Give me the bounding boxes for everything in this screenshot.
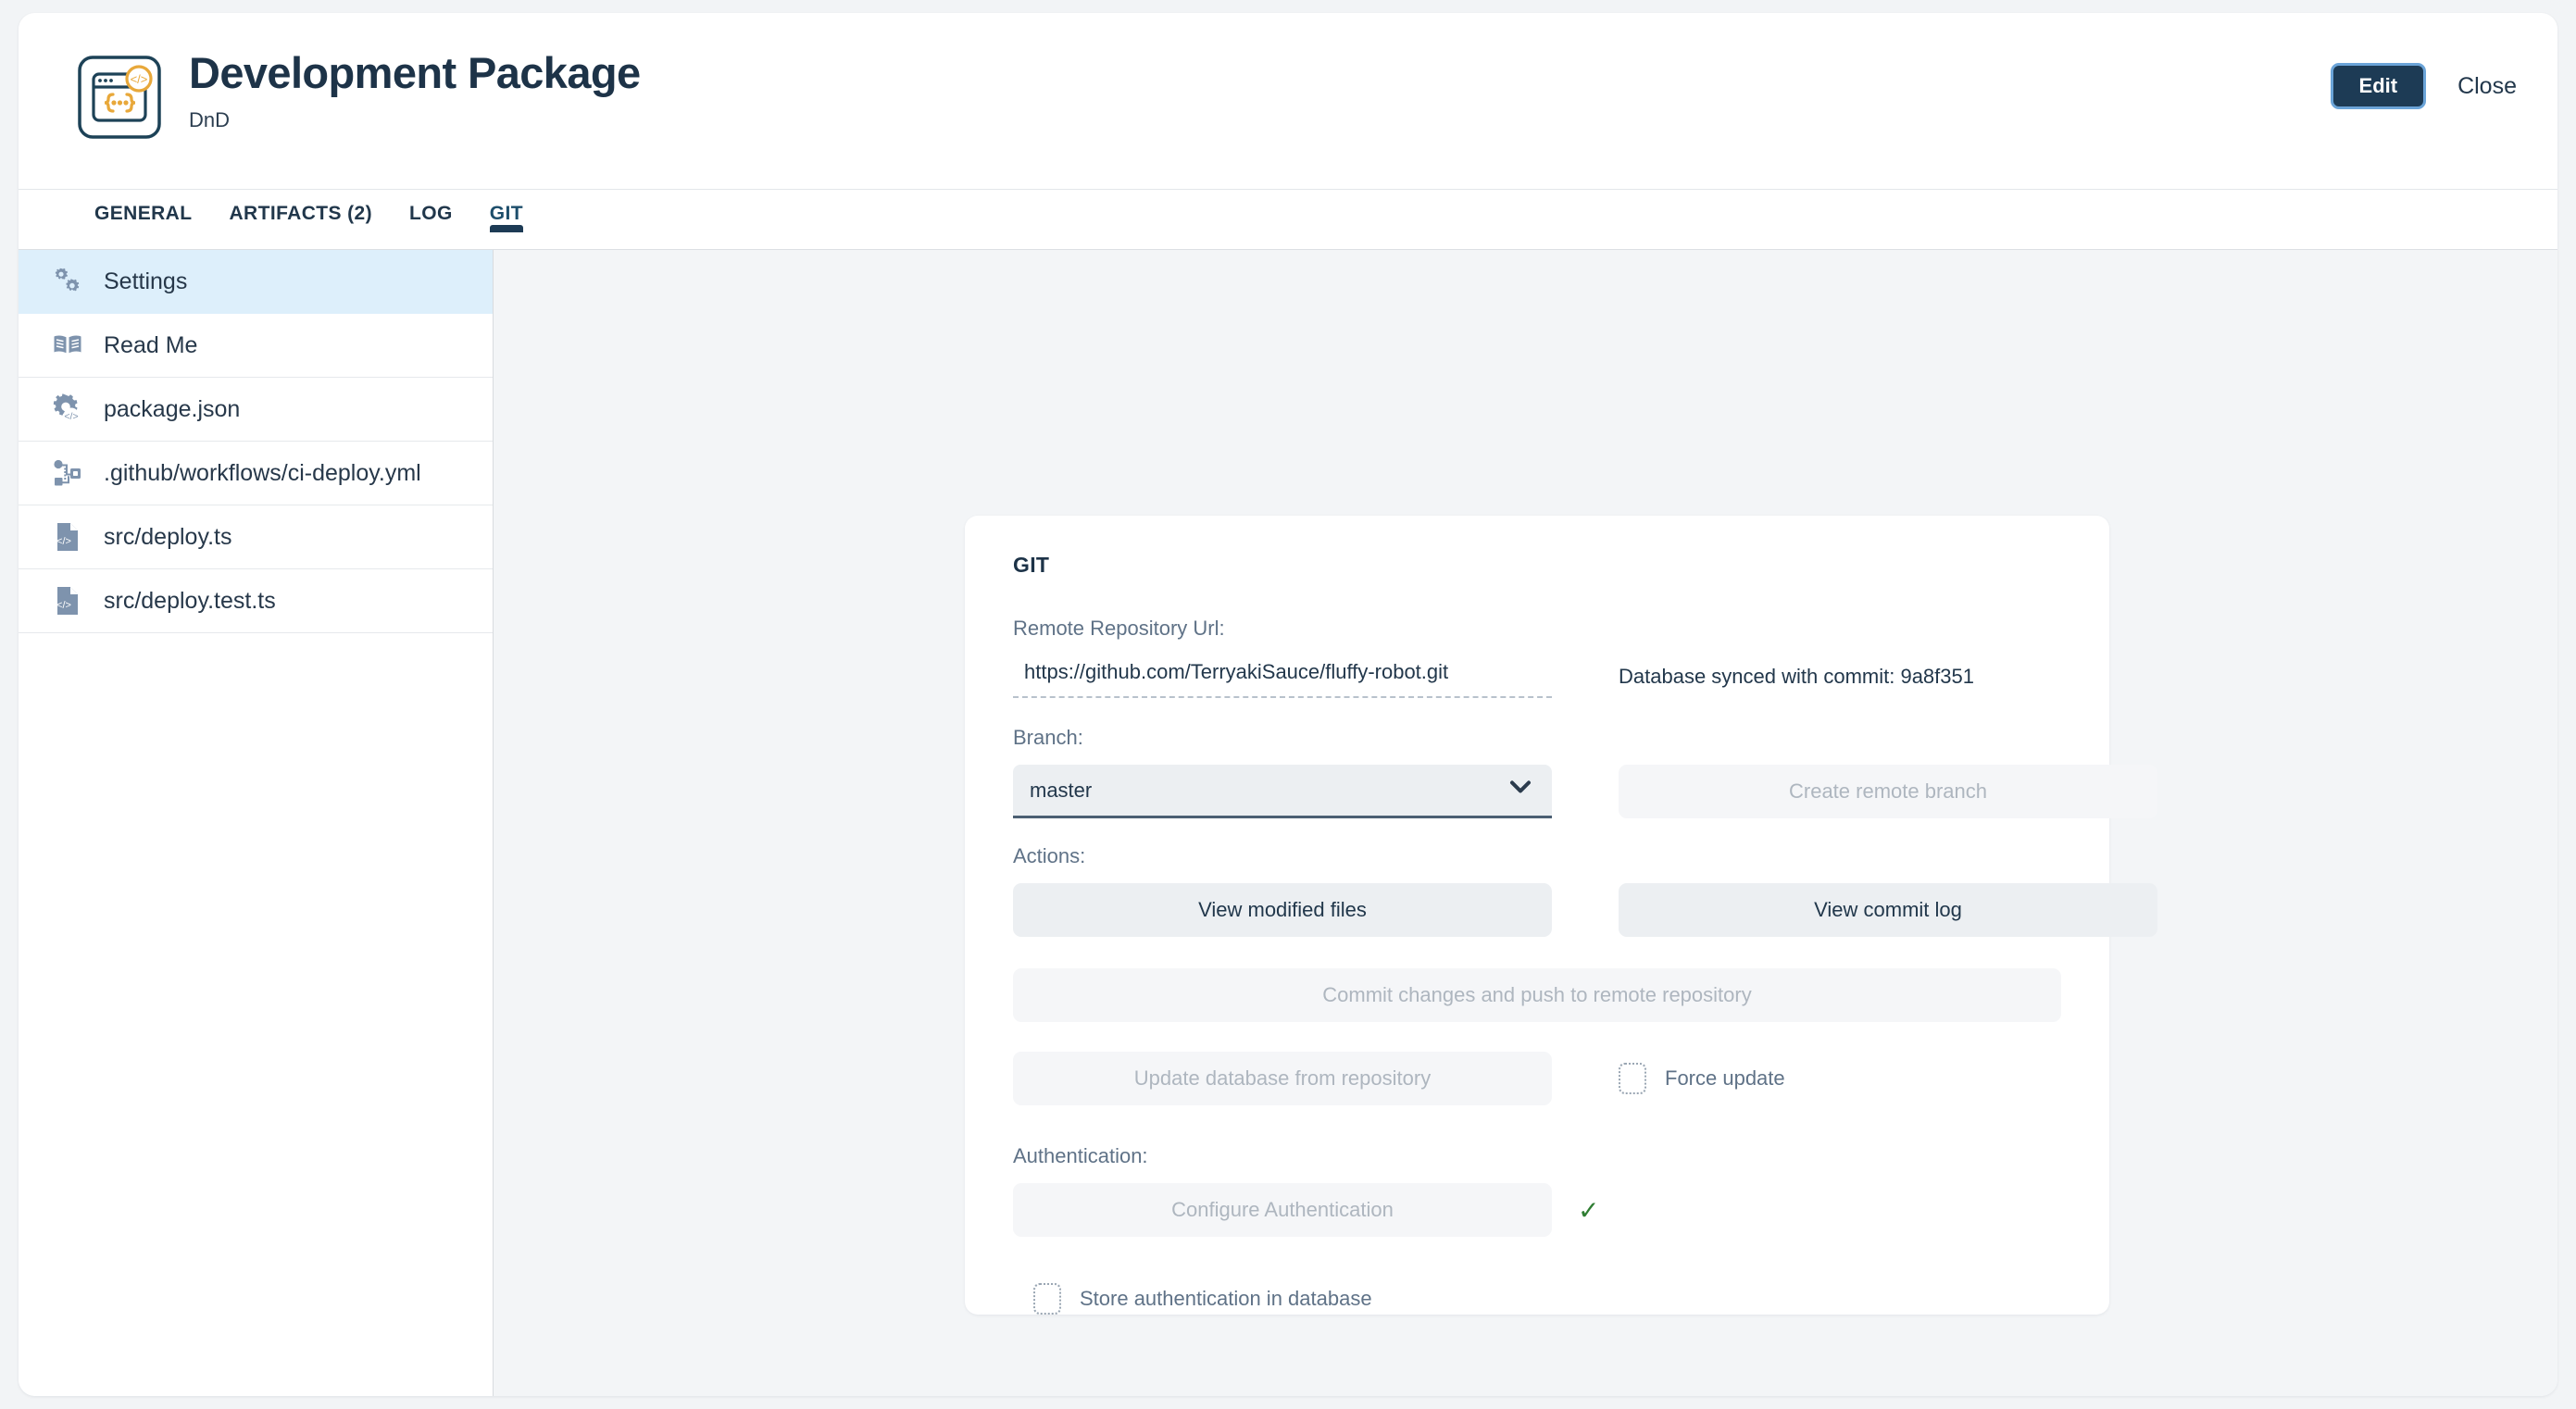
gear-code-icon: </> bbox=[52, 393, 83, 425]
page-title: Development Package bbox=[189, 50, 641, 95]
configure-authentication-button[interactable]: Configure Authentication bbox=[1013, 1183, 1552, 1237]
create-remote-branch-wrap: Create remote branch bbox=[1619, 765, 2157, 818]
tab-artifacts[interactable]: ARTIFACTS (2) bbox=[210, 190, 391, 225]
page-header: </> Development Package DnD Edit Close bbox=[19, 13, 2557, 189]
svg-text:</>: </> bbox=[131, 72, 148, 86]
view-modified-files-button[interactable]: View modified files bbox=[1013, 883, 1552, 937]
branch-select-wrap: master bbox=[1013, 765, 1552, 818]
file-code-icon: </> bbox=[52, 521, 83, 553]
sidebar-item-label: Settings bbox=[104, 268, 187, 295]
body-split: Settings Read Me </> package.json .github/wo… bbox=[19, 250, 2557, 1396]
force-update-checkbox[interactable] bbox=[1619, 1063, 1646, 1094]
sidebar-item-label: src/deploy.ts bbox=[104, 524, 231, 551]
sidebar-item-src-deploy-test-ts[interactable]: </> src/deploy.test.ts bbox=[19, 569, 493, 633]
configure-auth-wrap: Configure Authentication bbox=[1013, 1183, 1552, 1237]
remote-url-input[interactable] bbox=[1013, 655, 1552, 698]
svg-text:</>: </> bbox=[56, 600, 71, 611]
sidebar-item-read-me[interactable]: Read Me bbox=[19, 314, 493, 378]
file-sidebar: Settings Read Me </> package.json .github/wo… bbox=[19, 250, 494, 1396]
close-button[interactable]: Close bbox=[2457, 73, 2517, 100]
update-database-button[interactable]: Update database from repository bbox=[1013, 1052, 1552, 1105]
sidebar-item-package-json[interactable]: </> package.json bbox=[19, 378, 493, 442]
sidebar-item-label: Read Me bbox=[104, 332, 197, 359]
remote-url-label: Remote Repository Url: bbox=[1013, 617, 2061, 641]
sidebar-item-github-workflows-ci-deploy-yml[interactable]: .github/workflows/ci-deploy.yml bbox=[19, 442, 493, 505]
edit-button[interactable]: Edit bbox=[2331, 63, 2427, 109]
gears-icon bbox=[52, 266, 83, 297]
git-settings-card: GIT Remote Repository Url: Database sync… bbox=[965, 516, 2109, 1315]
window-card: </> Development Package DnD Edit Close G… bbox=[19, 13, 2557, 1396]
force-update-label[interactable]: Force update bbox=[1665, 1066, 1785, 1091]
header-actions: Edit Close bbox=[2331, 63, 2517, 109]
workflow-icon bbox=[52, 457, 83, 489]
tab-git[interactable]: GIT bbox=[471, 190, 542, 225]
branch-label: Branch: bbox=[1013, 726, 2061, 750]
sidebar-item-settings[interactable]: Settings bbox=[19, 250, 493, 314]
view-modified-files-wrap: View modified files bbox=[1013, 883, 1552, 937]
tab-bar: GENERALARTIFACTS (2)LOGGIT bbox=[19, 189, 2557, 250]
code-window-icon: </> bbox=[76, 54, 163, 141]
sidebar-item-label: src/deploy.test.ts bbox=[104, 588, 276, 615]
force-update-wrap: Force update bbox=[1619, 1063, 2157, 1094]
svg-text:</>: </> bbox=[64, 411, 78, 422]
main-content: GIT Remote Repository Url: Database sync… bbox=[494, 250, 2557, 1396]
view-commit-log-wrap: View commit log bbox=[1619, 883, 2157, 937]
sidebar-item-src-deploy-ts[interactable]: </> src/deploy.ts bbox=[19, 505, 493, 569]
sidebar-item-label: package.json bbox=[104, 396, 240, 423]
update-database-wrap: Update database from repository bbox=[1013, 1052, 1552, 1105]
title-block: Development Package DnD bbox=[189, 50, 641, 132]
store-auth-label[interactable]: Store authentication in database bbox=[1080, 1287, 1372, 1311]
tab-log[interactable]: LOG bbox=[391, 190, 471, 225]
git-card-heading: GIT bbox=[1013, 553, 2061, 578]
page-subtitle: DnD bbox=[189, 108, 641, 132]
book-icon bbox=[52, 330, 83, 361]
commit-and-push-button[interactable]: Commit changes and push to remote reposi… bbox=[1013, 968, 2061, 1022]
branch-select[interactable]: master bbox=[1013, 765, 1552, 818]
file-code-icon: </> bbox=[52, 585, 83, 617]
view-commit-log-button[interactable]: View commit log bbox=[1619, 883, 2157, 937]
tab-general[interactable]: GENERAL bbox=[76, 190, 210, 225]
sidebar-item-label: .github/workflows/ci-deploy.yml bbox=[104, 460, 421, 487]
sync-status-text: Database synced with commit: 9a8f351 bbox=[1619, 665, 1974, 689]
svg-text:</>: </> bbox=[56, 536, 71, 547]
create-remote-branch-button[interactable]: Create remote branch bbox=[1619, 765, 2157, 818]
store-auth-checkbox[interactable] bbox=[1033, 1283, 1061, 1315]
check-icon: ✓ bbox=[1578, 1195, 1599, 1226]
actions-label: Actions: bbox=[1013, 844, 2061, 868]
authentication-label: Authentication: bbox=[1013, 1144, 2061, 1168]
